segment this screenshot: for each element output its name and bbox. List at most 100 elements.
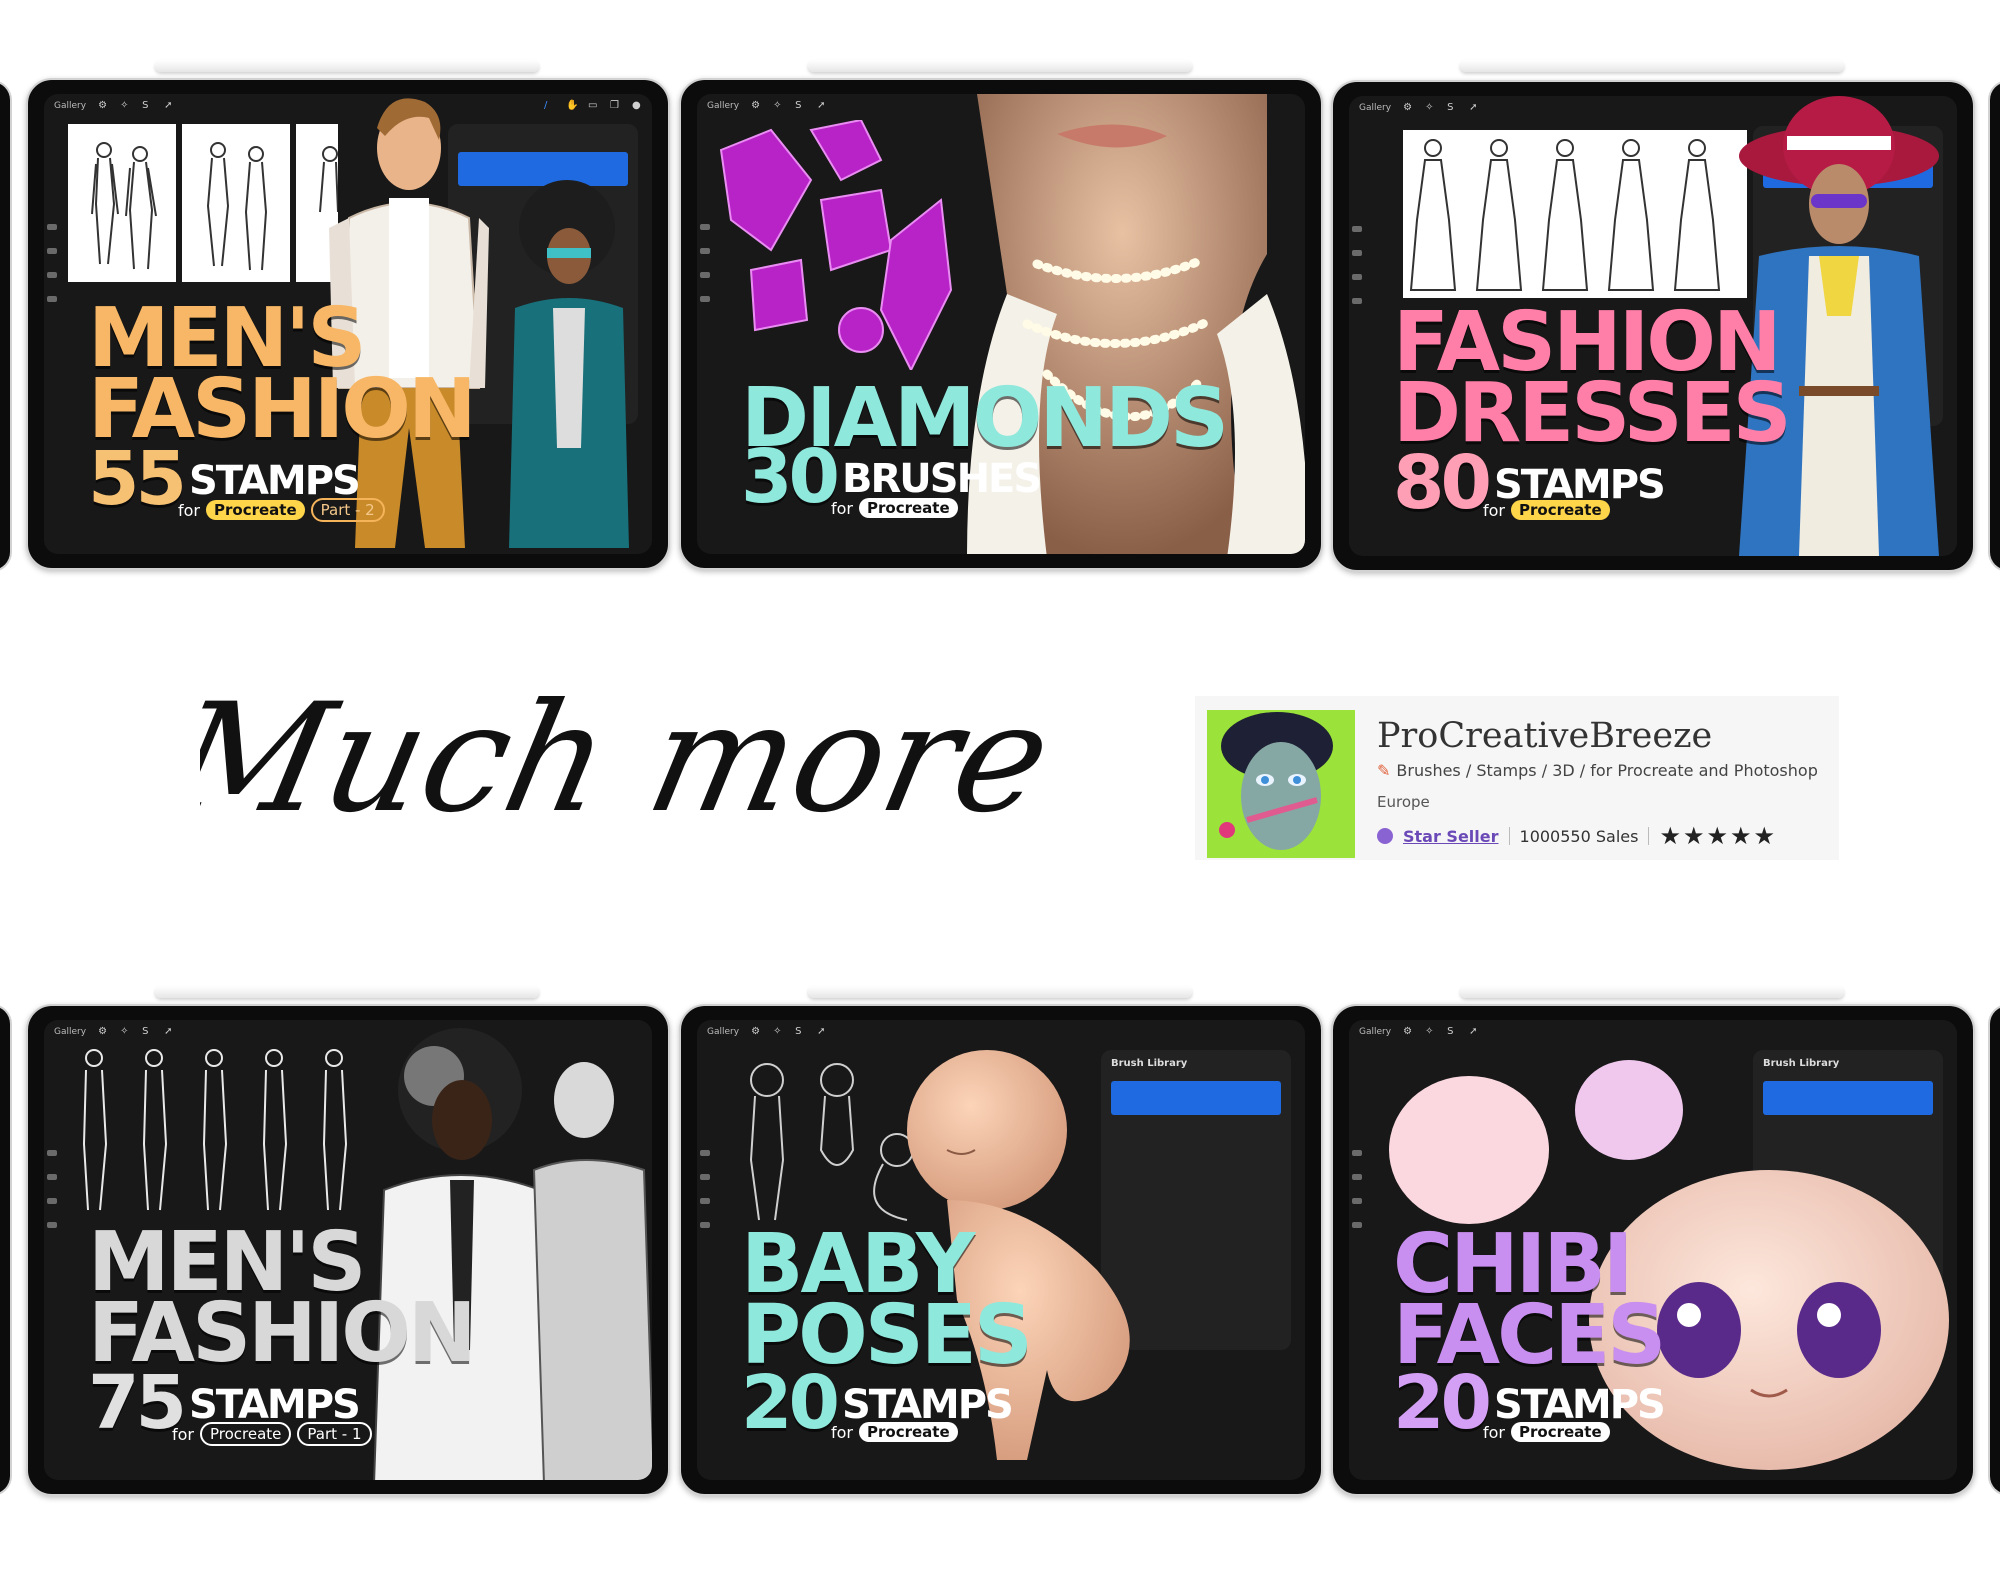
app-badge: Procreate bbox=[859, 1422, 958, 1442]
product-title: MEN'S FASHION bbox=[88, 1222, 477, 1381]
sales-count: 1000550 Sales bbox=[1519, 826, 1639, 846]
app-badge: Procreate bbox=[200, 1422, 292, 1446]
divider bbox=[1508, 827, 1510, 845]
item-unit: STAMPS bbox=[188, 1381, 361, 1428]
app-line: for Procreate bbox=[831, 1422, 958, 1442]
apple-pencil bbox=[155, 986, 539, 998]
transform-icon[interactable]: ➚ bbox=[1469, 103, 1479, 113]
procreate-sidebar[interactable] bbox=[1351, 226, 1363, 376]
item-count: 55 bbox=[88, 436, 187, 522]
wrench-icon[interactable]: ⚙ bbox=[1403, 103, 1413, 113]
item-unit: BRUSHES bbox=[841, 455, 1042, 502]
shop-card[interactable]: ProCreativeBreeze ✎ Brushes / Stamps / 3… bbox=[1195, 696, 1839, 860]
part-badge: Part - 1 bbox=[297, 1422, 372, 1446]
shop-name[interactable]: ProCreativeBreeze bbox=[1377, 716, 1712, 756]
app-line: for Procreate Part - 1 bbox=[172, 1422, 372, 1446]
tagline-text: Brushes / Stamps / 3D / for Procreate an… bbox=[1396, 761, 1818, 780]
gallery-button[interactable]: Gallery bbox=[1359, 1027, 1391, 1037]
diamond-gems-illustration bbox=[719, 120, 953, 370]
star-seller-badge-icon bbox=[1377, 828, 1393, 844]
item-count: 80 bbox=[1393, 440, 1492, 526]
magic-wand-icon[interactable]: ✧ bbox=[1425, 103, 1435, 113]
dress-sketches bbox=[1403, 130, 1747, 298]
for-label: for bbox=[178, 500, 200, 520]
selection-icon[interactable]: S bbox=[142, 101, 152, 111]
for-label: for bbox=[1483, 500, 1505, 520]
wrench-icon[interactable]: ⚙ bbox=[751, 101, 761, 111]
product-title: BABY POSES bbox=[741, 1224, 1033, 1376]
tablet-edge-left-row1 bbox=[0, 80, 12, 572]
app-line: for Procreate bbox=[831, 498, 958, 518]
procreate-sidebar[interactable] bbox=[1351, 1150, 1363, 1300]
magic-wand-icon[interactable]: ✧ bbox=[120, 101, 130, 111]
apple-pencil bbox=[808, 60, 1192, 72]
selection-icon[interactable]: S bbox=[1447, 103, 1457, 113]
apple-pencil bbox=[808, 986, 1192, 998]
app-line: for Procreate bbox=[1483, 1422, 1610, 1442]
for-label: for bbox=[831, 1422, 853, 1442]
divider bbox=[1648, 827, 1650, 845]
for-label: for bbox=[831, 498, 853, 518]
avatar-face-illustration bbox=[1207, 710, 1355, 858]
gallery-button[interactable]: Gallery bbox=[707, 1027, 739, 1037]
for-label: for bbox=[1483, 1422, 1505, 1442]
tablet-edge-right-row2 bbox=[1988, 1004, 2000, 1496]
app-badge: Procreate bbox=[206, 500, 305, 520]
item-unit: STAMPS bbox=[188, 457, 361, 504]
app-badge: Procreate bbox=[859, 498, 958, 518]
star-seller-link[interactable]: Star Seller bbox=[1403, 827, 1499, 846]
gallery-button[interactable]: Gallery bbox=[54, 101, 86, 111]
product-card-chibi-faces-20[interactable]: Gallery ⚙ ✧ S ➚ Brush Library CHIBI FACE… bbox=[1331, 1004, 1975, 1496]
shop-stats: Star Seller 1000550 Sales ★★★★★ bbox=[1377, 822, 1777, 850]
magic-wand-icon[interactable]: ✧ bbox=[773, 1027, 783, 1037]
transform-icon[interactable]: ➚ bbox=[164, 101, 174, 111]
for-label: for bbox=[172, 1424, 194, 1444]
item-unit: STAMPS bbox=[841, 1381, 1014, 1428]
selection-icon[interactable]: S bbox=[795, 101, 805, 111]
much-more-heading: Much more bbox=[200, 671, 1060, 846]
tablet-edge-left-row2 bbox=[0, 1004, 12, 1496]
gallery-button[interactable]: Gallery bbox=[54, 1027, 86, 1037]
selection-icon[interactable]: S bbox=[142, 1027, 152, 1037]
gallery-button[interactable]: Gallery bbox=[707, 101, 739, 111]
item-unit: STAMPS bbox=[1493, 1381, 1666, 1428]
product-card-fashion-dresses-80[interactable]: Gallery ⚙ ✧ S ➚ FASHION DRESSES 80 STAMP… bbox=[1331, 80, 1975, 572]
product-title: CHIBI FACES bbox=[1393, 1224, 1666, 1376]
wrench-icon[interactable]: ⚙ bbox=[751, 1027, 761, 1037]
item-unit: STAMPS bbox=[1493, 461, 1666, 508]
item-count: 30 bbox=[741, 434, 840, 520]
title-line-2: FASHION bbox=[88, 1285, 477, 1381]
item-count: 75 bbox=[88, 1360, 187, 1446]
shop-avatar[interactable] bbox=[1207, 710, 1355, 858]
much-more-text: Much more bbox=[200, 671, 1060, 846]
shop-region: Europe bbox=[1377, 793, 1430, 811]
brush-icon: ✎ bbox=[1377, 761, 1391, 780]
gallery-button[interactable]: Gallery bbox=[1359, 103, 1391, 113]
app-line: for Procreate Part - 2 bbox=[178, 498, 385, 522]
apple-pencil bbox=[1460, 986, 1844, 998]
transform-icon[interactable]: ➚ bbox=[817, 101, 827, 111]
procreate-sidebar[interactable] bbox=[699, 224, 711, 374]
product-title: MEN'S FASHION bbox=[88, 298, 477, 450]
wrench-icon[interactable]: ⚙ bbox=[98, 1027, 108, 1037]
product-card-baby-poses-20[interactable]: Gallery ⚙ ✧ S ➚ Brush Library BABY POSES… bbox=[679, 1004, 1323, 1496]
selection-icon[interactable]: S bbox=[795, 1027, 805, 1037]
product-card-mens-fashion-55[interactable]: Gallery ⚙ ✧ S ➚ / ✋ ▭ ❐ ● MEN'S FASHION … bbox=[26, 78, 670, 570]
apple-pencil bbox=[1460, 60, 1844, 72]
title-line-2: DRESSES bbox=[1393, 365, 1792, 461]
product-card-diamonds-30[interactable]: Gallery ⚙ ✧ S ➚ DIAMONDS 30 BRUSHES for … bbox=[679, 78, 1323, 570]
wrench-icon[interactable]: ⚙ bbox=[98, 101, 108, 111]
transform-icon[interactable]: ➚ bbox=[817, 1027, 827, 1037]
procreate-sidebar[interactable] bbox=[46, 1150, 58, 1300]
product-card-mens-fashion-75[interactable]: Gallery ⚙ ✧ S ➚ MEN'S FASHION 75 STAMPS … bbox=[26, 1004, 670, 1496]
procreate-sidebar[interactable] bbox=[699, 1150, 711, 1300]
item-count: 20 bbox=[1393, 1360, 1492, 1446]
apple-pencil bbox=[155, 60, 539, 72]
app-line: for Procreate bbox=[1483, 500, 1610, 520]
magic-wand-icon[interactable]: ✧ bbox=[120, 1027, 130, 1037]
transform-icon[interactable]: ➚ bbox=[164, 1027, 174, 1037]
rating-stars-icon: ★★★★★ bbox=[1659, 822, 1778, 850]
app-badge: Procreate bbox=[1511, 1422, 1610, 1442]
procreate-sidebar[interactable] bbox=[46, 224, 58, 374]
magic-wand-icon[interactable]: ✧ bbox=[773, 101, 783, 111]
